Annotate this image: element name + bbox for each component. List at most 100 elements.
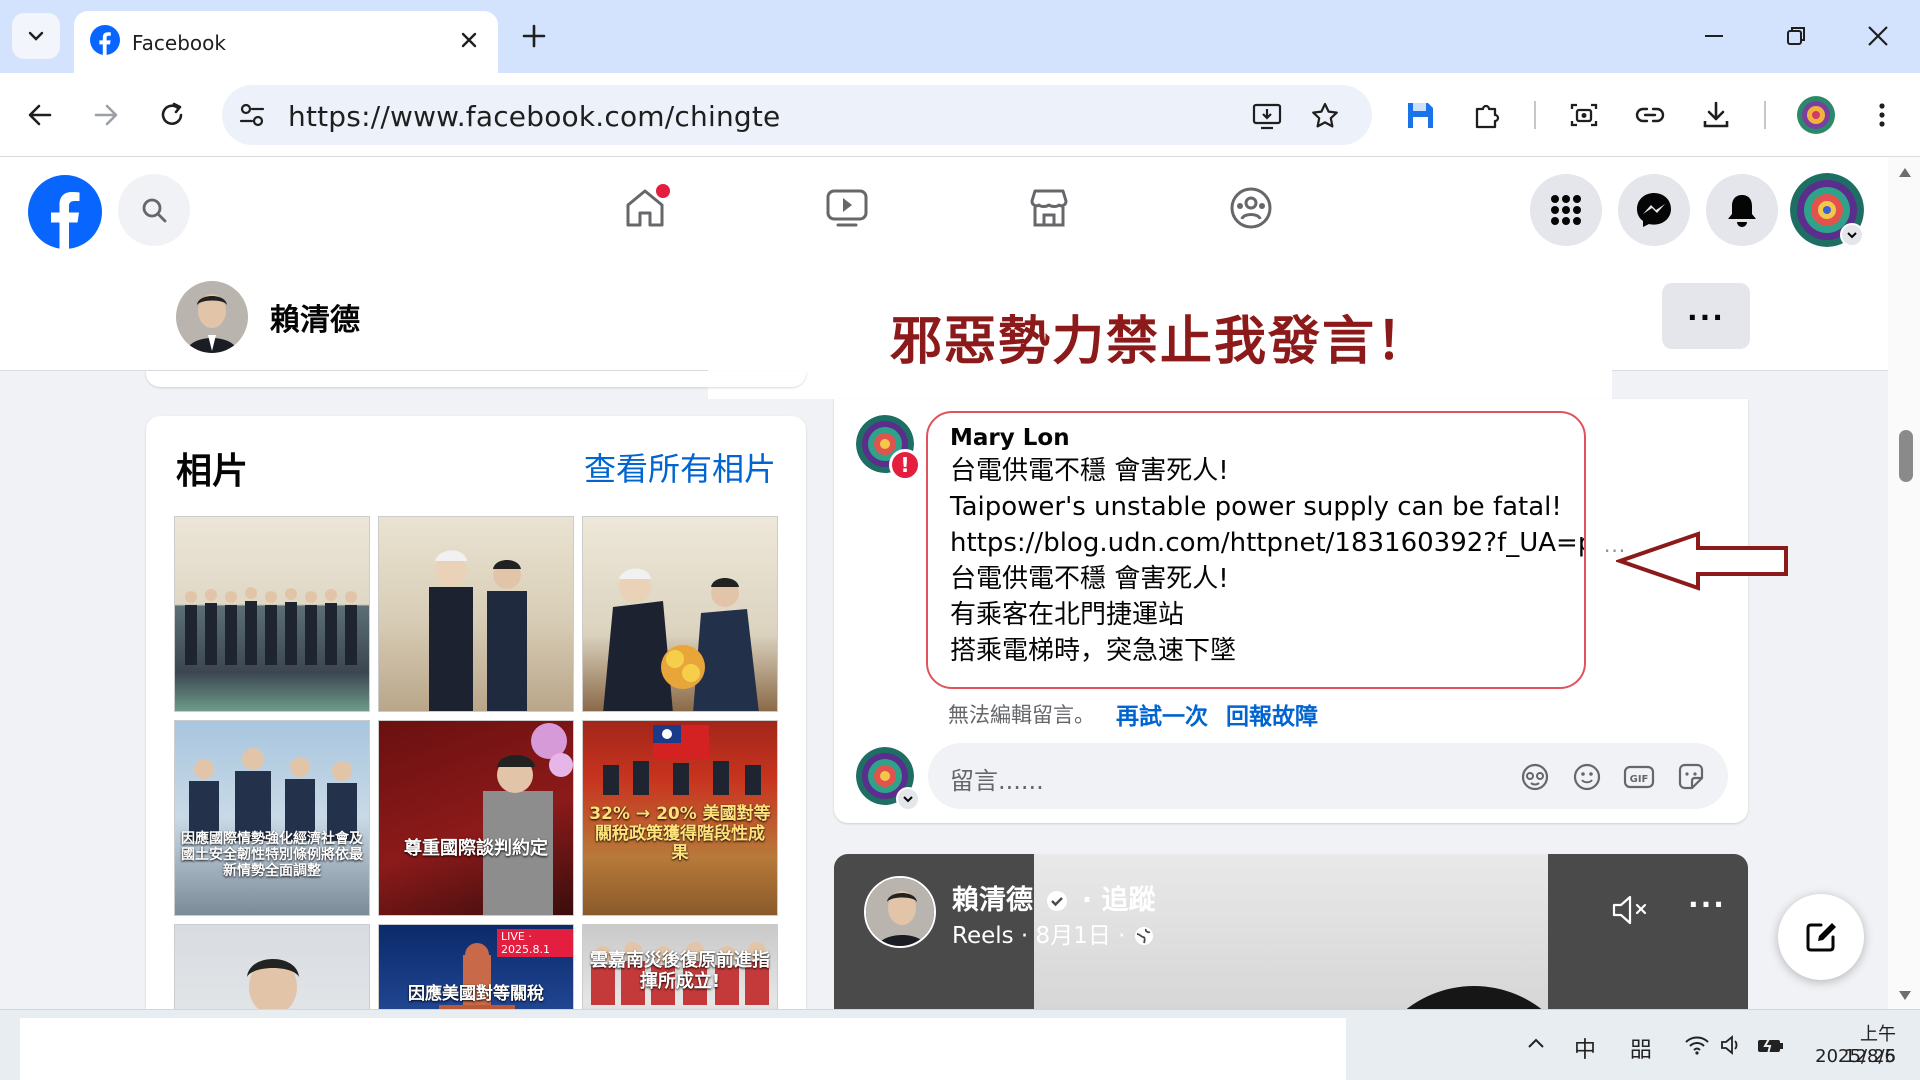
messenger-icon bbox=[1637, 193, 1671, 227]
comment-bubble[interactable]: Mary Lon 台電供電不穩 會害死人! Taipower's unstabl… bbox=[926, 411, 1586, 689]
comment-line: 台電供電不穩 會害死人! bbox=[950, 456, 1229, 486]
new-message-compose-button[interactable] bbox=[1778, 894, 1864, 980]
emoji-icon[interactable] bbox=[1572, 762, 1602, 792]
reel-meta-text: Reels · 8月1日 · bbox=[952, 923, 1126, 949]
notifications-button[interactable] bbox=[1706, 174, 1778, 246]
facebook-top-nav bbox=[0, 157, 1888, 263]
url-text[interactable]: https://www.facebook.com/chingte bbox=[288, 100, 780, 133]
download-icon[interactable] bbox=[1698, 97, 1734, 133]
see-all-photos-link[interactable]: 查看所有相片 bbox=[584, 444, 776, 490]
svg-text:GIF: GIF bbox=[1630, 774, 1649, 785]
menu-grid-button[interactable] bbox=[1530, 174, 1602, 246]
scroll-up-arrow-icon[interactable] bbox=[1898, 166, 1912, 178]
tab-close-icon[interactable] bbox=[454, 25, 484, 55]
comment-line: 搭乘電梯時，突急速下墜 bbox=[950, 636, 1237, 666]
ime-chinese-indicator[interactable]: 中 bbox=[1574, 1032, 1596, 1064]
photo-thumbnail[interactable] bbox=[174, 516, 370, 712]
profile-avatar[interactable] bbox=[176, 281, 248, 353]
minimize-window-icon[interactable] bbox=[1696, 18, 1732, 54]
photo-thumbnail[interactable] bbox=[582, 516, 778, 712]
install-app-icon[interactable] bbox=[1250, 99, 1284, 133]
page-scrollbar[interactable] bbox=[1888, 157, 1920, 1009]
reel-author[interactable]: 賴清德 · 追蹤 bbox=[952, 878, 1155, 917]
volume-icon[interactable] bbox=[1720, 1034, 1744, 1056]
taskbar-clock-date[interactable]: 2025/8/6 bbox=[1808, 1046, 1896, 1067]
back-arrow-icon[interactable] bbox=[22, 97, 58, 133]
ime-input-mode-indicator[interactable]: 㗊 bbox=[1630, 1032, 1652, 1064]
report-problem-button[interactable]: 回報故障 bbox=[1226, 697, 1318, 731]
photo-thumbnail[interactable]: 尊重國際談判約定 bbox=[378, 720, 574, 916]
browser-menu-icon[interactable] bbox=[1864, 97, 1900, 133]
close-window-icon[interactable] bbox=[1860, 18, 1896, 54]
retry-button[interactable]: 再試一次 bbox=[1116, 697, 1208, 731]
browser-tab-active[interactable]: Facebook bbox=[74, 11, 498, 73]
account-chevron-down-icon[interactable] bbox=[1840, 223, 1864, 247]
restore-window-icon[interactable] bbox=[1778, 18, 1814, 54]
scroll-down-arrow-icon[interactable] bbox=[1898, 990, 1912, 1002]
scrollbar-thumb[interactable] bbox=[1899, 430, 1913, 482]
groups-nav-icon[interactable] bbox=[1228, 185, 1274, 231]
menu-grid-icon bbox=[1551, 195, 1581, 225]
tab-title: Facebook bbox=[132, 31, 226, 55]
forward-arrow-icon[interactable] bbox=[88, 97, 124, 133]
show-hidden-icons-chevron-icon[interactable] bbox=[1526, 1036, 1546, 1050]
photo-thumbnail[interactable]: 因應國際情勢強化經濟社會及國土安全韌性特別條例將依最新情勢全面調整 bbox=[174, 720, 370, 916]
reply-identity-chevron-icon[interactable] bbox=[896, 787, 920, 811]
more-dots-icon: ... bbox=[1687, 293, 1725, 327]
toolbar-divider bbox=[1534, 101, 1536, 129]
photo-thumbnail[interactable]: 32% → 20% 美國對等關稅政策獲得階段性成果 bbox=[582, 720, 778, 916]
marketplace-nav-icon[interactable] bbox=[1026, 185, 1072, 231]
annotation-arrow-icon bbox=[1616, 530, 1788, 592]
screenshot-icon[interactable] bbox=[1566, 97, 1602, 133]
follow-link[interactable]: · 追蹤 bbox=[1082, 885, 1156, 916]
search-icon bbox=[142, 198, 167, 223]
gif-icon[interactable]: GIF bbox=[1622, 762, 1656, 792]
taskbar-app-area bbox=[20, 1018, 1346, 1080]
compose-icon bbox=[1806, 923, 1836, 952]
error-alert-icon: ! bbox=[889, 449, 921, 481]
comment-line: Taipower's unstable power supply can be … bbox=[950, 492, 1562, 522]
post-comment-card: ! Mary Lon 台電供電不穩 會害死人! Taipower's unsta… bbox=[834, 399, 1748, 823]
browser-toolbar: https://www.facebook.com/chingte bbox=[0, 73, 1920, 157]
mute-volume-icon[interactable] bbox=[1610, 892, 1650, 928]
address-bar[interactable]: https://www.facebook.com/chingte bbox=[222, 85, 1372, 145]
windows-taskbar: 中 㗊 上午 12:25 2025/8/6 bbox=[0, 1009, 1920, 1080]
reel-author-avatar[interactable] bbox=[864, 876, 936, 948]
battery-charging-icon[interactable] bbox=[1756, 1034, 1786, 1056]
comment-link[interactable]: https://blog.udn.com/httpnet/183160392?f… bbox=[950, 525, 1584, 561]
photo-caption: 32% → 20% 美國對等關稅政策獲得階段性成果 bbox=[589, 804, 771, 864]
profile-more-button[interactable]: ... bbox=[1662, 283, 1750, 349]
reel-more-icon[interactable]: ··· bbox=[1688, 888, 1726, 921]
search-button[interactable] bbox=[118, 174, 190, 246]
wifi-icon[interactable] bbox=[1684, 1034, 1710, 1056]
avatar-sticker-icon[interactable] bbox=[1520, 762, 1550, 792]
chevron-down-icon bbox=[28, 31, 44, 41]
bell-icon bbox=[1728, 195, 1756, 227]
comment-input-placeholder[interactable]: 留言...... bbox=[950, 761, 1044, 796]
reload-icon[interactable] bbox=[154, 97, 190, 133]
comment-error-status: 無法編輯留言。 bbox=[948, 703, 1095, 727]
browser-profile-avatar[interactable] bbox=[1796, 95, 1836, 135]
new-tab-icon[interactable] bbox=[516, 18, 552, 54]
messenger-button[interactable] bbox=[1618, 174, 1690, 246]
photos-title: 相片 bbox=[176, 451, 249, 492]
site-info-icon[interactable] bbox=[236, 99, 268, 131]
home-notification-dot bbox=[656, 184, 670, 198]
bookmark-star-icon[interactable] bbox=[1308, 99, 1342, 133]
tab-search-button[interactable] bbox=[12, 13, 60, 59]
video-nav-icon[interactable] bbox=[824, 185, 870, 231]
reel-author-name[interactable]: 賴清德 bbox=[952, 885, 1033, 916]
sticker-icon[interactable] bbox=[1676, 762, 1706, 792]
photo-thumbnail[interactable] bbox=[378, 516, 574, 712]
facebook-logo-icon[interactable] bbox=[28, 175, 102, 249]
comment-input[interactable]: 留言...... GIF bbox=[928, 743, 1728, 809]
intro-card-bottom bbox=[146, 371, 806, 387]
extensions-puzzle-icon[interactable] bbox=[1470, 97, 1506, 133]
comment-author[interactable]: Mary Lon bbox=[950, 425, 1562, 451]
save-extension-icon[interactable] bbox=[1402, 97, 1438, 133]
photo-caption: 尊重國際談判約定 bbox=[404, 838, 548, 859]
copy-link-icon[interactable] bbox=[1632, 97, 1668, 133]
comment-line: 有乘客在北門捷運站 bbox=[950, 600, 1185, 630]
globe-public-icon bbox=[1134, 927, 1153, 945]
profile-name[interactable]: 賴清德 bbox=[270, 295, 360, 339]
